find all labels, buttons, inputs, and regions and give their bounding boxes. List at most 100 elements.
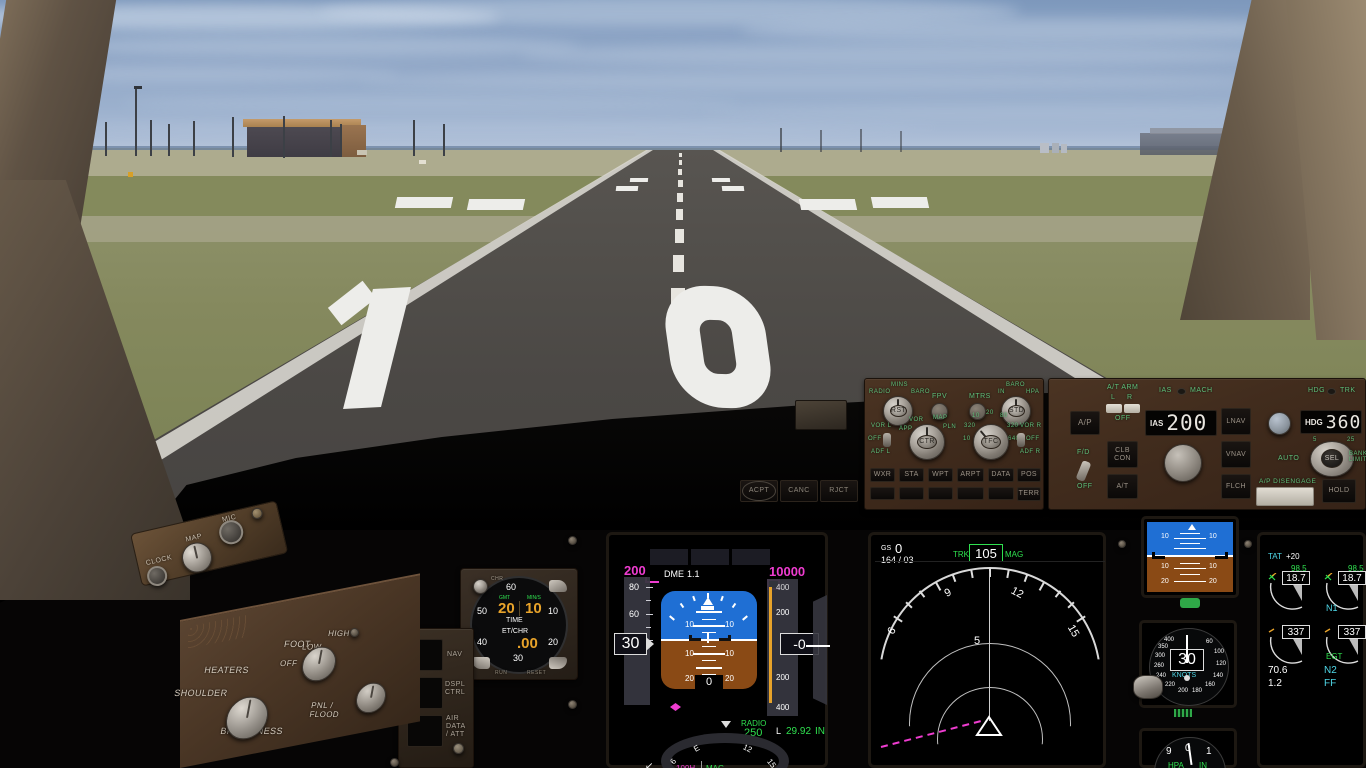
- standby-pitch-20-l: 20: [1161, 578, 1169, 585]
- efis-in-label: IN: [998, 389, 1005, 395]
- efis-blank-button-5[interactable]: [988, 487, 1014, 500]
- chrono-et-value: .00: [517, 635, 538, 652]
- navigation-display[interactable]: GS 0 164 / 03 TRK 105 MAG 6 9 12 15 5: [868, 532, 1106, 768]
- efis-pln-opt: PLN: [943, 424, 957, 430]
- pfd-wind-arrow-icon: ↙: [645, 761, 654, 768]
- standby-pitch-10-lb: 10: [1161, 563, 1169, 570]
- standby-alt-tick-1: 1: [1206, 746, 1212, 757]
- mcp-fd-switch[interactable]: [1075, 460, 1092, 482]
- efis-arpt-button[interactable]: ARPT: [957, 468, 984, 482]
- eicas-ff-left-value: 1.2: [1268, 678, 1282, 689]
- chrono-run-button[interactable]: [472, 657, 490, 669]
- mcp-sel-button[interactable]: SEL: [1321, 449, 1343, 468]
- panel-screw: [568, 536, 577, 545]
- mode-control-panel[interactable]: A/T ARM L R OFF A/P F/D OFF CLB CON A/T …: [1048, 378, 1366, 510]
- efis-blank-button-2[interactable]: [899, 487, 924, 500]
- asi-tick-200: 200: [1178, 688, 1189, 694]
- eicas-egt-left-value: 337: [1287, 626, 1305, 638]
- mcp-ias-display: IAS 200: [1145, 410, 1217, 436]
- efis-wpt-button[interactable]: WPT: [928, 468, 953, 482]
- efis-control-panel[interactable]: RADIO MINS BARO RST FPV MTRS IN BARO HPA…: [864, 378, 1044, 510]
- mcp-bank-25-label: 25: [1347, 437, 1355, 443]
- mcp-altitude-knob[interactable]: [1268, 412, 1291, 435]
- standby-asi-indicator-light: [1174, 709, 1192, 717]
- panel-screw: [390, 758, 399, 767]
- mcp-flch-button[interactable]: FLCH: [1221, 474, 1251, 499]
- eicas-tat-value: +20: [1286, 552, 1300, 561]
- chrono-minutes: 10: [525, 600, 542, 617]
- efis-vor-r-label: VOR R: [1020, 423, 1042, 429]
- efis-tfc-button[interactable]: TFC: [981, 435, 1001, 449]
- efis-std-button[interactable]: STD: [1008, 405, 1025, 417]
- mcp-ias-label: IAS: [1159, 387, 1172, 394]
- eicas-n1-left-box: 18.7: [1282, 571, 1310, 585]
- efis-vor-l-label: VOR L: [871, 423, 892, 429]
- mcp-fd-label: F/D: [1077, 449, 1090, 456]
- ground-marker: [419, 160, 426, 164]
- cloud: [60, 36, 580, 56]
- eicas-n1-right-value: 18.7: [1342, 572, 1362, 584]
- mcp-ap-button[interactable]: A/P: [1070, 411, 1100, 435]
- pnl-flood-label: PNL / FLOOD: [308, 700, 340, 719]
- mcp-ias-mach-indicator: [1177, 388, 1186, 395]
- efis-range-320: 10: [963, 436, 971, 442]
- efis-wxr-button[interactable]: WXR: [870, 468, 895, 482]
- efis-vor-r-switch[interactable]: [1017, 433, 1025, 447]
- pfd-speed-bug: 200: [624, 563, 646, 578]
- mcp-at-arm-l-label: L: [1111, 394, 1116, 401]
- primary-flight-display[interactable]: 200 DME 1.1 80 60 40 30: [606, 532, 830, 768]
- chrono-run-label: RUN: [495, 670, 508, 676]
- rjct-button[interactable]: RJCT: [820, 480, 858, 502]
- efis-blank-button-1[interactable]: [870, 487, 895, 500]
- eicas-alert-buttons[interactable]: ACPT CANC RJCT: [740, 480, 858, 502]
- mcp-vnav-button[interactable]: VNAV: [1221, 441, 1251, 468]
- efis-rst-button[interactable]: RST: [890, 405, 907, 417]
- chrono-chr-button[interactable]: [473, 579, 488, 594]
- mcp-ias-selector-knob[interactable]: [1164, 444, 1202, 482]
- mcp-at-arm-r-switch[interactable]: [1124, 404, 1140, 413]
- efis-ctr-button[interactable]: CTR: [917, 435, 937, 449]
- mcp-ap-disengage-bar[interactable]: [1256, 487, 1314, 506]
- chronometer-housing[interactable]: 60 50 40 30 20 10 GMT MIN/S 20 10 TIME E…: [460, 568, 578, 680]
- cloud: [520, 44, 1280, 66]
- pfd-aircraft-center-icon: [707, 633, 709, 643]
- chrono-set-button[interactable]: [549, 580, 567, 592]
- efis-baro-label-left: BARO: [911, 389, 931, 395]
- eicas-engine-display[interactable]: TAT +20 98.5 98.5 18.7 18.7 N1 337 337 E…: [1257, 532, 1366, 768]
- efis-sta-button[interactable]: STA: [899, 468, 924, 482]
- flood-light-knob[interactable]: [353, 682, 389, 714]
- mcp-lnav-button[interactable]: LNAV: [1221, 408, 1251, 435]
- efis-vor-l-switch[interactable]: [883, 433, 891, 447]
- glareshield-vent: [795, 400, 847, 430]
- chrono-et-label: ET/CHR: [502, 628, 529, 635]
- standby-pitch-10-l: 10: [1161, 533, 1169, 540]
- efis-map-opt: MAP: [933, 415, 948, 421]
- foot-heater-knob[interactable]: [299, 646, 339, 682]
- pfd-alt-tick-400-bot: 400: [776, 703, 790, 712]
- tank: [1061, 144, 1067, 153]
- mcp-clb-con-button[interactable]: CLB CON: [1107, 441, 1138, 468]
- efis-blank-button-4[interactable]: [957, 487, 984, 500]
- asi-tick-180: 180: [1192, 688, 1203, 694]
- pfd-pitch-20-left: 20: [685, 674, 694, 683]
- mcp-hdg-trk-indicator: [1327, 388, 1336, 395]
- efis-range-10: 10: [972, 413, 980, 419]
- ground-marker: [128, 172, 133, 177]
- efis-pos-button[interactable]: POS: [1017, 468, 1041, 482]
- chrono-tick-20: 20: [548, 637, 559, 647]
- mic-knob[interactable]: [216, 517, 246, 547]
- asi-needle: [1186, 635, 1188, 663]
- efis-baro-label-right: BARO: [1006, 382, 1026, 388]
- efis-data-button[interactable]: DATA: [988, 468, 1014, 482]
- efis-blank-button-3[interactable]: [928, 487, 953, 500]
- mcp-hold-button[interactable]: HOLD: [1322, 479, 1356, 503]
- asi-tick-260: 260: [1154, 663, 1165, 669]
- asi-tick-60: 60: [1206, 639, 1213, 645]
- canc-button[interactable]: CANC: [780, 480, 818, 502]
- efis-terr-button[interactable]: TERR: [1017, 487, 1041, 501]
- map-light-knob[interactable]: [179, 539, 216, 576]
- standby-asi-adjust-knob[interactable]: [1133, 675, 1163, 699]
- chrono-reset-button[interactable]: [549, 657, 567, 669]
- mcp-at-arm-l-switch[interactable]: [1106, 404, 1122, 413]
- mcp-at-button[interactable]: A/T: [1107, 474, 1138, 499]
